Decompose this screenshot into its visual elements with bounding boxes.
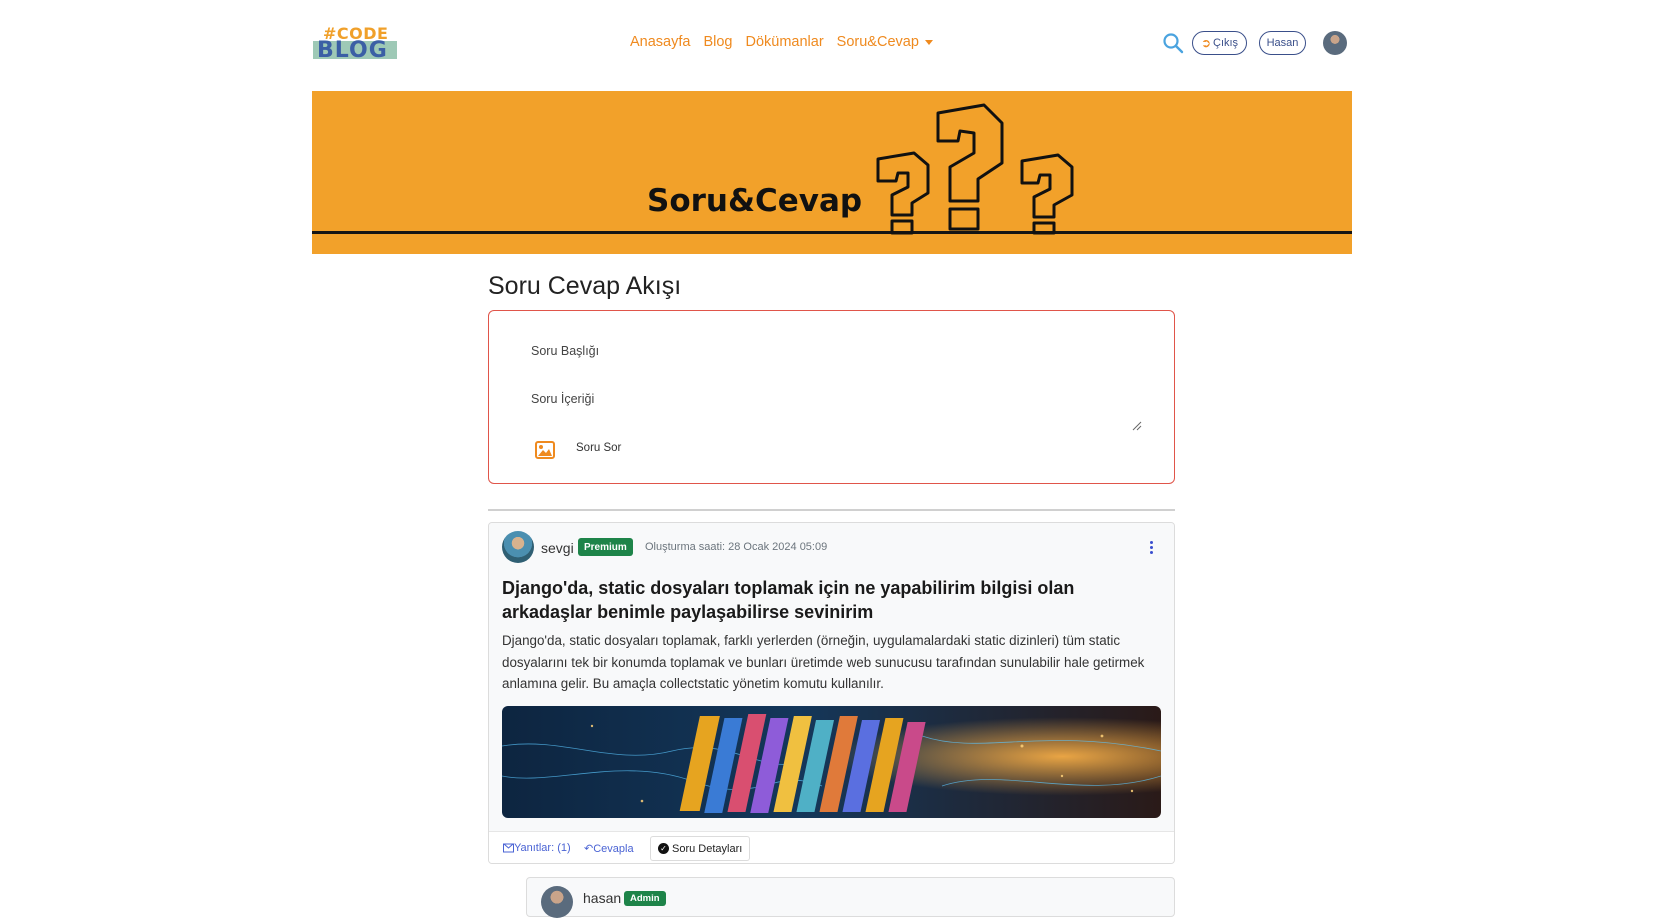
navbar: #CODE BLOG Anasayfa Blog Dökümanlar Soru…: [0, 0, 1668, 88]
chevron-down-icon: [924, 39, 933, 45]
page-title: Soru Cevap Akışı: [488, 272, 682, 300]
nav-dropdown-qa[interactable]: Soru&Cevap: [837, 34, 933, 50]
section-divider: [488, 509, 1175, 511]
user-profile-label: Hasan: [1266, 37, 1299, 49]
logout-label: Çıkış: [1213, 37, 1239, 49]
question-card-footer: Yanıtlar: (1) ↶ Cevapla ✓ Soru Detayları: [489, 831, 1174, 863]
question-details-button[interactable]: ✓ Soru Detayları: [650, 836, 751, 861]
site-logo[interactable]: #CODE BLOG: [313, 24, 397, 63]
reply-arrow-icon: ↶: [584, 843, 594, 855]
replies-count: Yanıtlar: (1): [514, 842, 571, 854]
premium-badge: Premium: [578, 538, 633, 556]
logout-button[interactable]: ➲ Çıkış: [1192, 31, 1247, 55]
user-profile-button[interactable]: Hasan: [1259, 31, 1306, 55]
reply-link[interactable]: ↶ Cevapla: [584, 842, 634, 856]
author-name[interactable]: sevgi: [541, 540, 574, 556]
textarea-resize-handle[interactable]: [1132, 421, 1142, 431]
question-card-body: sevgi Premium Oluşturma saati: 28 Ocak 2…: [489, 523, 1174, 831]
question-title[interactable]: Django'da, static dosyaları toplamak içi…: [502, 576, 1142, 624]
question-card: sevgi Premium Oluşturma saati: 28 Ocak 2…: [488, 522, 1175, 864]
nav-dropdown-qa-label: Soru&Cevap: [836, 34, 919, 50]
reply-author-avatar[interactable]: [541, 886, 573, 918]
reply-card: hasan Admin: [526, 877, 1175, 918]
ask-question-form: Soru Başlığı Soru İçeriği Soru Sor: [488, 310, 1175, 484]
banner-title: Soru&Cevap: [647, 183, 863, 219]
inbox-icon: [503, 843, 514, 853]
search-icon[interactable]: [1162, 32, 1184, 54]
nav-link-docs[interactable]: Dökümanlar: [746, 34, 824, 50]
banner-baseline: [312, 231, 1352, 234]
logout-icon: ➲: [1200, 36, 1211, 50]
ask-question-button[interactable]: Soru Sor: [576, 442, 621, 454]
logo-blog-text: BLOG: [317, 38, 388, 63]
user-avatar[interactable]: [1323, 31, 1347, 55]
question-image: [502, 706, 1161, 818]
question-marks-illustration: [876, 103, 1074, 235]
qa-banner: Soru&Cevap: [312, 91, 1352, 254]
more-options-icon[interactable]: [1145, 539, 1157, 555]
reply-label: Cevapla: [593, 842, 634, 855]
created-timestamp: Oluşturma saati: 28 Ocak 2024 05:09: [645, 541, 828, 553]
reply-author-name[interactable]: hasan: [583, 890, 621, 906]
author-avatar[interactable]: [502, 531, 534, 563]
image-upload-icon[interactable]: [535, 441, 555, 459]
question-details-label: Soru Detayları: [672, 842, 743, 855]
replies-link[interactable]: Yanıtlar: (1): [503, 842, 571, 854]
check-circle-icon: ✓: [658, 843, 669, 854]
admin-badge: Admin: [624, 891, 666, 906]
nav-link-blog[interactable]: Blog: [703, 34, 732, 50]
question-text: Django'da, static dosyaları toplamak, fa…: [502, 633, 1145, 691]
question-body-textarea[interactable]: Soru İçeriği: [531, 392, 594, 406]
main-nav: Anasayfa Blog Dökümanlar Soru&Cevap: [630, 34, 933, 50]
question-title-input[interactable]: Soru Başlığı: [531, 344, 599, 358]
nav-link-home[interactable]: Anasayfa: [630, 34, 690, 50]
